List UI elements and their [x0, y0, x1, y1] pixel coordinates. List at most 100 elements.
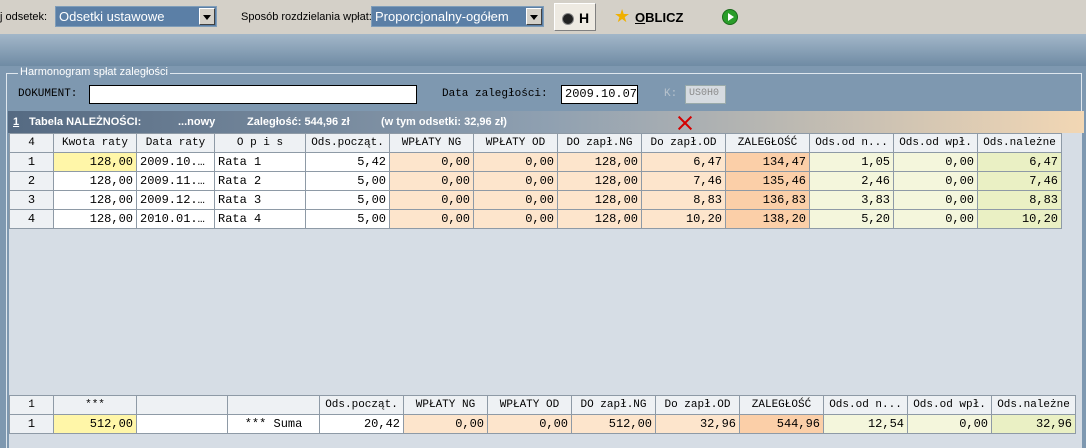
- chevron-down-icon[interactable]: [526, 8, 542, 25]
- table-row[interactable]: 3 128,00 2009.12.30 Rata 3 5,00 0,00 0,0…: [9, 190, 1062, 210]
- cell-ods-poczat[interactable]: 5,00: [305, 171, 390, 191]
- sum-ods-od-wpl: 0,00: [907, 414, 992, 434]
- sum-label: *** Suma: [227, 414, 320, 434]
- col-ods-od-n[interactable]: Ods.od n...: [809, 133, 894, 153]
- cell-ods-od-wpl[interactable]: 0,00: [893, 209, 978, 229]
- row-number: 2: [9, 171, 54, 191]
- table-row[interactable]: 1 128,00 2009.10.30 Rata 1 5,42 0,00 0,0…: [9, 152, 1062, 172]
- col-wplaty-ng[interactable]: WPŁATY NG: [389, 133, 474, 153]
- col-zaleglosc: ZALEGŁOŚĆ: [739, 395, 824, 415]
- cell-opis[interactable]: Rata 1: [214, 152, 306, 172]
- chevron-down-icon[interactable]: [199, 8, 215, 25]
- cell-do-zapl-ng[interactable]: 128,00: [557, 190, 642, 210]
- cell-opis[interactable]: Rata 2: [214, 171, 306, 191]
- col-ods-od-n: Ods.od n...: [823, 395, 908, 415]
- cell-wplaty-ng[interactable]: 0,00: [389, 171, 474, 191]
- row-count: 4: [9, 133, 54, 153]
- cell-do-zapl-od[interactable]: 7,46: [641, 171, 726, 191]
- cell-do-zapl-od[interactable]: 10,20: [641, 209, 726, 229]
- go-arrow-icon[interactable]: [722, 9, 738, 25]
- col-ods-nalezne[interactable]: Ods.należne: [977, 133, 1062, 153]
- col-wplaty-od: WPŁATY OD: [487, 395, 572, 415]
- cell-ods-od-wpl[interactable]: 0,00: [893, 171, 978, 191]
- toolbar: j odsetek: Odsetki ustawowe Sposób rozdz…: [0, 0, 1086, 34]
- sposob-select[interactable]: Proporcjonalny-ogółem: [371, 6, 544, 27]
- col-opis[interactable]: O p i s: [214, 133, 306, 153]
- col-ods-od-wpl[interactable]: Ods.od wpł.: [893, 133, 978, 153]
- cell-ods-od-wpl[interactable]: 0,00: [893, 190, 978, 210]
- sum-ods-od-n: 12,54: [823, 414, 908, 434]
- cell-do-zapl-od[interactable]: 6,47: [641, 152, 726, 172]
- odsetek-select[interactable]: Odsetki ustawowe: [55, 6, 217, 27]
- cell-data-raty[interactable]: 2010.01.29: [136, 209, 215, 229]
- cell-ods-poczat[interactable]: 5,42: [305, 152, 390, 172]
- cell-ods-nalezne[interactable]: 10,20: [977, 209, 1062, 229]
- cell-wplaty-ng[interactable]: 0,00: [389, 190, 474, 210]
- table-header-bar: 1 Tabela NALEŻNOŚCI: ...nowy Zaległość: …: [8, 111, 1084, 133]
- cell-data-raty[interactable]: 2009.10.30: [136, 152, 215, 172]
- cell-data-raty[interactable]: 2009.12.30: [136, 190, 215, 210]
- cell-ods-od-n[interactable]: 5,20: [809, 209, 894, 229]
- table-number: 1: [13, 116, 20, 128]
- close-icon[interactable]: [676, 115, 694, 131]
- dokument-label: DOKUMENT:: [18, 88, 78, 100]
- cell-zaleglosc[interactable]: 134,47: [725, 152, 810, 172]
- cell-kwota-raty[interactable]: 128,00: [53, 152, 137, 172]
- cell-data-raty[interactable]: 2009.11.30: [136, 171, 215, 191]
- odsetek-select-value: Odsetki ustawowe: [59, 9, 165, 24]
- cell-ods-od-n[interactable]: 2,46: [809, 171, 894, 191]
- cell-kwota-raty[interactable]: 128,00: [53, 171, 137, 191]
- cell-wplaty-ng[interactable]: 0,00: [389, 152, 474, 172]
- cell-do-zapl-ng[interactable]: 128,00: [557, 209, 642, 229]
- cell-wplaty-od[interactable]: 0,00: [473, 190, 558, 210]
- row-count: 1: [9, 395, 54, 415]
- col-zaleglosc[interactable]: ZALEGŁOŚĆ: [725, 133, 810, 153]
- table-row[interactable]: 2 128,00 2009.11.30 Rata 2 5,00 0,00 0,0…: [9, 171, 1062, 191]
- col-kwota-raty[interactable]: Kwota raty: [53, 133, 137, 153]
- cell-ods-poczat[interactable]: 5,00: [305, 209, 390, 229]
- col-do-zapl-ng[interactable]: DO zapł.NG: [557, 133, 642, 153]
- dokument-field[interactable]: [89, 85, 417, 104]
- col-do-zapl-od[interactable]: Do zapł.OD: [641, 133, 726, 153]
- col-stars: ***: [53, 395, 137, 415]
- cell-opis[interactable]: Rata 3: [214, 190, 306, 210]
- cell-ods-od-n[interactable]: 3,83: [809, 190, 894, 210]
- sum-do-zapl-od: 32,96: [655, 414, 740, 434]
- cell-zaleglosc[interactable]: 136,83: [725, 190, 810, 210]
- cell-ods-od-wpl[interactable]: 0,00: [893, 152, 978, 172]
- h-button[interactable]: H: [554, 3, 596, 31]
- summary-row[interactable]: 1 512,00 *** Suma 20,42 0,00 0,00 512,00…: [9, 414, 1076, 434]
- col-data-raty[interactable]: Data raty: [136, 133, 215, 153]
- cell-kwota-raty[interactable]: 128,00: [53, 190, 137, 210]
- col-ods-nalezne: Ods.należne: [991, 395, 1076, 415]
- cell-do-zapl-ng[interactable]: 128,00: [557, 152, 642, 172]
- cell-do-zapl-od[interactable]: 8,83: [641, 190, 726, 210]
- cell-ods-nalezne[interactable]: 6,47: [977, 152, 1062, 172]
- table-row[interactable]: 4 128,00 2010.01.29 Rata 4 5,00 0,00 0,0…: [9, 209, 1062, 229]
- cell-wplaty-od[interactable]: 0,00: [473, 171, 558, 191]
- cell-ods-od-n[interactable]: 1,05: [809, 152, 894, 172]
- cell-opis[interactable]: Rata 4: [214, 209, 306, 229]
- data-zaleglosci-field[interactable]: 2009.10.07: [561, 85, 638, 104]
- odsetki-total: (w tym odsetki: 32,96 zł): [381, 116, 507, 128]
- col-empty-1: [136, 395, 228, 415]
- cell-ods-nalezne[interactable]: 8,83: [977, 190, 1062, 210]
- cell-do-zapl-ng[interactable]: 128,00: [557, 171, 642, 191]
- col-do-zapl-ng: DO zapł.NG: [571, 395, 656, 415]
- cell-wplaty-ng[interactable]: 0,00: [389, 209, 474, 229]
- cell-ods-poczat[interactable]: 5,00: [305, 190, 390, 210]
- cell-ods-nalezne[interactable]: 7,46: [977, 171, 1062, 191]
- cell-zaleglosc[interactable]: 135,46: [725, 171, 810, 191]
- col-ods-poczat[interactable]: Ods.począt.: [305, 133, 390, 153]
- cell-wplaty-od[interactable]: 0,00: [473, 209, 558, 229]
- oblicz-button-label: OBLICZ: [635, 10, 684, 25]
- row-number: 4: [9, 209, 54, 229]
- star-icon: ★: [614, 6, 631, 26]
- cell-kwota-raty[interactable]: 128,00: [53, 209, 137, 229]
- col-wplaty-od[interactable]: WPŁATY OD: [473, 133, 558, 153]
- sposob-select-value: Proporcjonalny-ogółem: [375, 9, 509, 24]
- cell-wplaty-od[interactable]: 0,00: [473, 152, 558, 172]
- group-title: Harmonogram spłat zaległości: [18, 66, 170, 78]
- sum-kwota[interactable]: 512,00: [53, 414, 137, 434]
- cell-zaleglosc[interactable]: 138,20: [725, 209, 810, 229]
